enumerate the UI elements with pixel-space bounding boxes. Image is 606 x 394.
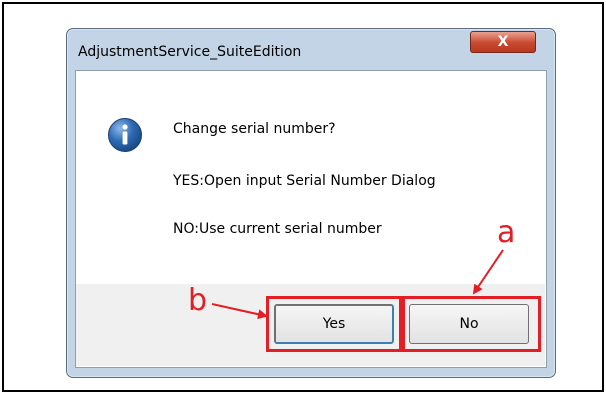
callout-arrows (211, 249, 504, 320)
callout-arrow-a (472, 249, 504, 295)
callout-arrow-b (211, 303, 268, 320)
